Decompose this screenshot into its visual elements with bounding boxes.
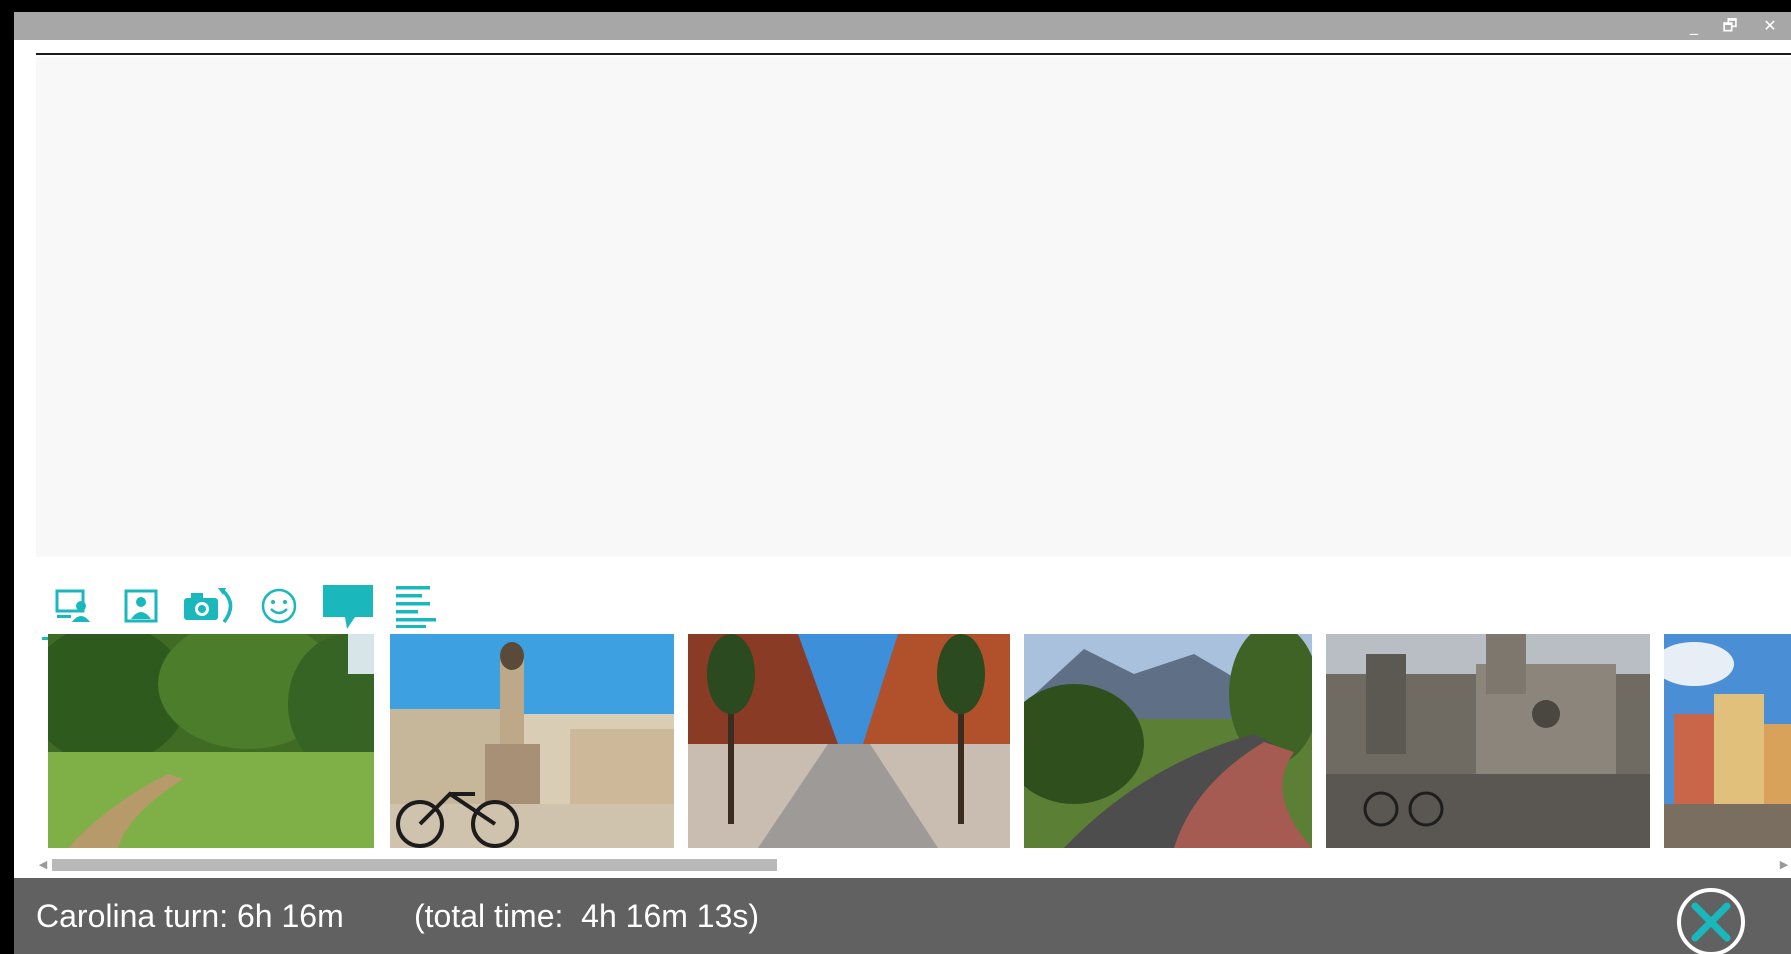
exit-session-button[interactable]: [1677, 888, 1745, 954]
picture-tool-button[interactable]: [108, 572, 174, 640]
picture-portrait-icon: [124, 589, 158, 623]
photo-thumbnail-houses[interactable]: [1664, 634, 1791, 848]
text-lines-icon: [396, 586, 436, 628]
maximize-button[interactable]: 🗗: [1713, 14, 1747, 38]
close-window-button[interactable]: ✕: [1753, 14, 1787, 38]
text-tool-button[interactable]: [384, 572, 450, 640]
screen-person-tool-button[interactable]: [42, 572, 108, 640]
photo-thumbnail-fountain[interactable]: [390, 634, 674, 848]
title-bar[interactable]: _ 🗗 ✕: [14, 12, 1791, 40]
camera-rotate-icon: [184, 588, 233, 624]
content-canvas[interactable]: [36, 57, 1791, 557]
close-x-icon: [1691, 902, 1731, 942]
status-bar: Carolina turn: 6h 16m (total time: 4h 16…: [14, 878, 1791, 954]
photo-strip[interactable]: [48, 634, 1791, 848]
emoji-tool-button[interactable]: [246, 572, 312, 640]
photo-thumbnail-path[interactable]: [1024, 634, 1312, 848]
camera-tool-button[interactable]: [174, 572, 246, 640]
minimize-button[interactable]: _: [1677, 14, 1711, 38]
scrollbar-thumb[interactable]: [52, 859, 777, 871]
screen-person-icon: [55, 589, 90, 622]
header-divider: [36, 53, 1791, 55]
photo-strip-scrollbar[interactable]: ◀ ▶: [36, 856, 1791, 874]
smiley-icon: [261, 588, 297, 624]
comment-tool-button[interactable]: [312, 572, 384, 640]
photo-thumbnail-park[interactable]: [48, 634, 374, 848]
scroll-left-arrow-icon[interactable]: ◀: [36, 858, 50, 872]
speech-bubble-icon: [323, 585, 373, 629]
scroll-right-arrow-icon[interactable]: ▶: [1777, 858, 1791, 872]
total-time-text: (total time: 4h 16m 13s): [414, 898, 760, 934]
photo-thumbnail-street[interactable]: [688, 634, 1010, 848]
app-window: _ 🗗 ✕ ◀ ▶ Carolina turn: 6h 16m (total t…: [14, 12, 1791, 954]
turn-timer-text: Carolina turn: 6h 16m: [36, 898, 344, 934]
photo-thumbnail-cathedral[interactable]: [1326, 634, 1650, 848]
